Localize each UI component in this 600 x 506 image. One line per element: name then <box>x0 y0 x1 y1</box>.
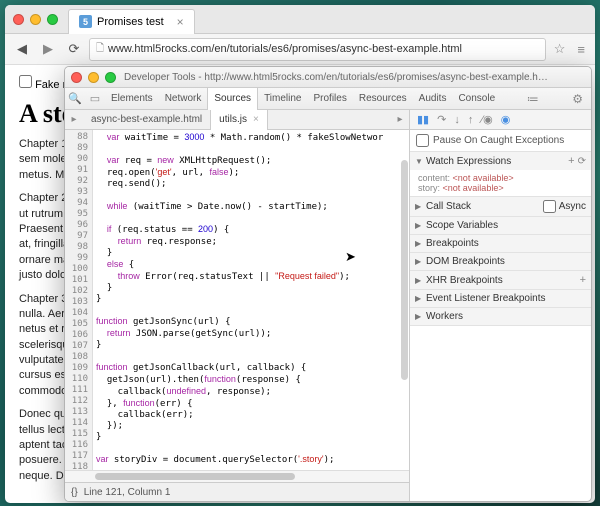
address-bar[interactable]: 🗋 www.html5rocks.com/en/tutorials/es6/pr… <box>89 38 546 61</box>
callstack-header[interactable]: ▶Call StackAsync <box>410 197 591 216</box>
pause-exceptions-icon[interactable]: ◉ <box>498 113 514 126</box>
tab-console[interactable]: Console <box>452 88 501 110</box>
tab-sources[interactable]: Sources <box>207 88 258 110</box>
menu-icon[interactable]: ≡ <box>573 42 589 57</box>
event-bp-header[interactable]: ▶Event Listener Breakpoints <box>410 290 591 307</box>
file-tab-html[interactable]: async-best-example.html <box>83 110 211 130</box>
code-editor[interactable]: 88 89 90 91 92 93 94 95 96 97 98 99 100 … <box>65 130 409 470</box>
mouse-cursor-icon: ➤ <box>345 249 356 265</box>
toolbar: ◀ ▶ ⟳ 🗋 www.html5rocks.com/en/tutorials/… <box>5 34 595 65</box>
devtools-window: Developer Tools - http://www.html5rocks.… <box>64 66 592 502</box>
workers-header[interactable]: ▶Workers <box>410 308 591 325</box>
code-text[interactable]: var waitTime = 3000 * Math.random() * fa… <box>93 130 409 470</box>
step-into-icon[interactable]: ↓ <box>451 114 463 126</box>
add-watch-icon[interactable]: + <box>568 155 574 167</box>
devtools-titlebar[interactable]: Developer Tools - http://www.html5rocks.… <box>65 67 591 88</box>
step-out-icon[interactable]: ↑ <box>465 114 477 126</box>
section-watch: ▼Watch Expressions+⟳ content: <not avail… <box>410 152 591 197</box>
close-tab-icon[interactable]: × <box>177 15 184 29</box>
add-xhr-bp-icon[interactable]: + <box>580 274 586 286</box>
debugger-sidebar: ▮▮ ↷ ↓ ↑ ⁄◉ ◉ Pause On Caught Exceptions… <box>410 110 591 501</box>
bookmark-icon[interactable]: ☆ <box>550 41 570 57</box>
xhr-bp-header[interactable]: ▶XHR Breakpoints+ <box>410 271 591 289</box>
pause-on-caught-checkbox[interactable] <box>416 134 429 147</box>
minimize-window-button[interactable] <box>88 72 99 83</box>
url-text: www.html5rocks.com/en/tutorials/es6/prom… <box>108 43 462 55</box>
zoom-window-button[interactable] <box>47 14 58 25</box>
minimize-window-button[interactable] <box>30 14 41 25</box>
status-bar: {} Line 121, Column 1 <box>65 482 409 501</box>
zoom-window-button[interactable] <box>105 72 116 83</box>
favicon-icon: 5 <box>79 15 92 28</box>
more-tabs-icon[interactable]: ▸ <box>391 114 409 125</box>
debug-controls: ▮▮ ↷ ↓ ↑ ⁄◉ ◉ <box>410 110 591 130</box>
code-panel: ▸ async-best-example.html utils.js× ▸ 88… <box>65 110 410 501</box>
watch-body: content: <not available> story: <not ava… <box>410 170 591 196</box>
close-window-button[interactable] <box>13 14 24 25</box>
tab-title: Promises test <box>97 16 164 28</box>
async-checkbox[interactable] <box>543 200 556 213</box>
tab-timeline[interactable]: Timeline <box>258 88 307 110</box>
forward-button[interactable]: ▶ <box>37 39 59 59</box>
file-tabs: ▸ async-best-example.html utils.js× ▸ <box>65 110 409 130</box>
scrollbar-vertical[interactable] <box>401 160 408 380</box>
devtools-panel-tabs: 🔍 ▭ Elements Network Sources Timeline Pr… <box>65 88 591 110</box>
inspect-icon[interactable]: 🔍 <box>65 92 85 105</box>
dom-bp-header[interactable]: ▶DOM Breakpoints <box>410 253 591 270</box>
browser-tabstrip: 5 Promises test × <box>5 5 595 34</box>
navigator-icon[interactable]: ▸ <box>65 114 83 125</box>
devtools-body: ▸ async-best-example.html utils.js× ▸ 88… <box>65 110 591 501</box>
pause-icon[interactable]: ▮▮ <box>414 113 432 126</box>
brackets-icon[interactable]: {} <box>71 487 78 498</box>
tab-network[interactable]: Network <box>159 88 208 110</box>
device-icon[interactable]: ▭ <box>85 92 105 105</box>
tab-elements[interactable]: Elements <box>105 88 159 110</box>
tab-audits[interactable]: Audits <box>413 88 453 110</box>
deactivate-bp-icon[interactable]: ⁄◉ <box>478 113 495 126</box>
tab-profiles[interactable]: Profiles <box>307 88 352 110</box>
window-controls <box>13 14 58 25</box>
step-over-icon[interactable]: ↷ <box>434 113 449 126</box>
scope-header[interactable]: ▶Scope Variables <box>410 217 591 234</box>
drawer-icon[interactable]: ≔ <box>519 92 547 106</box>
pause-on-caught-row[interactable]: Pause On Caught Exceptions <box>410 130 591 152</box>
tab-resources[interactable]: Resources <box>353 88 413 110</box>
scrollbar-horizontal[interactable] <box>65 470 409 482</box>
watch-header[interactable]: ▼Watch Expressions+⟳ <box>410 152 591 170</box>
devtools-title: Developer Tools - http://www.html5rocks.… <box>124 72 548 83</box>
devtools-window-controls <box>71 72 116 83</box>
breakpoints-header[interactable]: ▶Breakpoints <box>410 235 591 252</box>
refresh-watch-icon[interactable]: ⟳ <box>578 156 586 167</box>
page-icon: 🗋 <box>96 41 104 58</box>
close-window-button[interactable] <box>71 72 82 83</box>
line-gutter[interactable]: 88 89 90 91 92 93 94 95 96 97 98 99 100 … <box>65 130 93 470</box>
close-file-icon[interactable]: × <box>253 114 259 125</box>
settings-icon[interactable]: ⚙ <box>564 92 591 106</box>
browser-tab[interactable]: 5 Promises test × <box>68 9 195 34</box>
file-tab-utils[interactable]: utils.js× <box>211 110 268 130</box>
reload-button[interactable]: ⟳ <box>63 39 85 59</box>
back-button[interactable]: ◀ <box>11 39 33 59</box>
cursor-position: Line 121, Column 1 <box>84 487 171 498</box>
